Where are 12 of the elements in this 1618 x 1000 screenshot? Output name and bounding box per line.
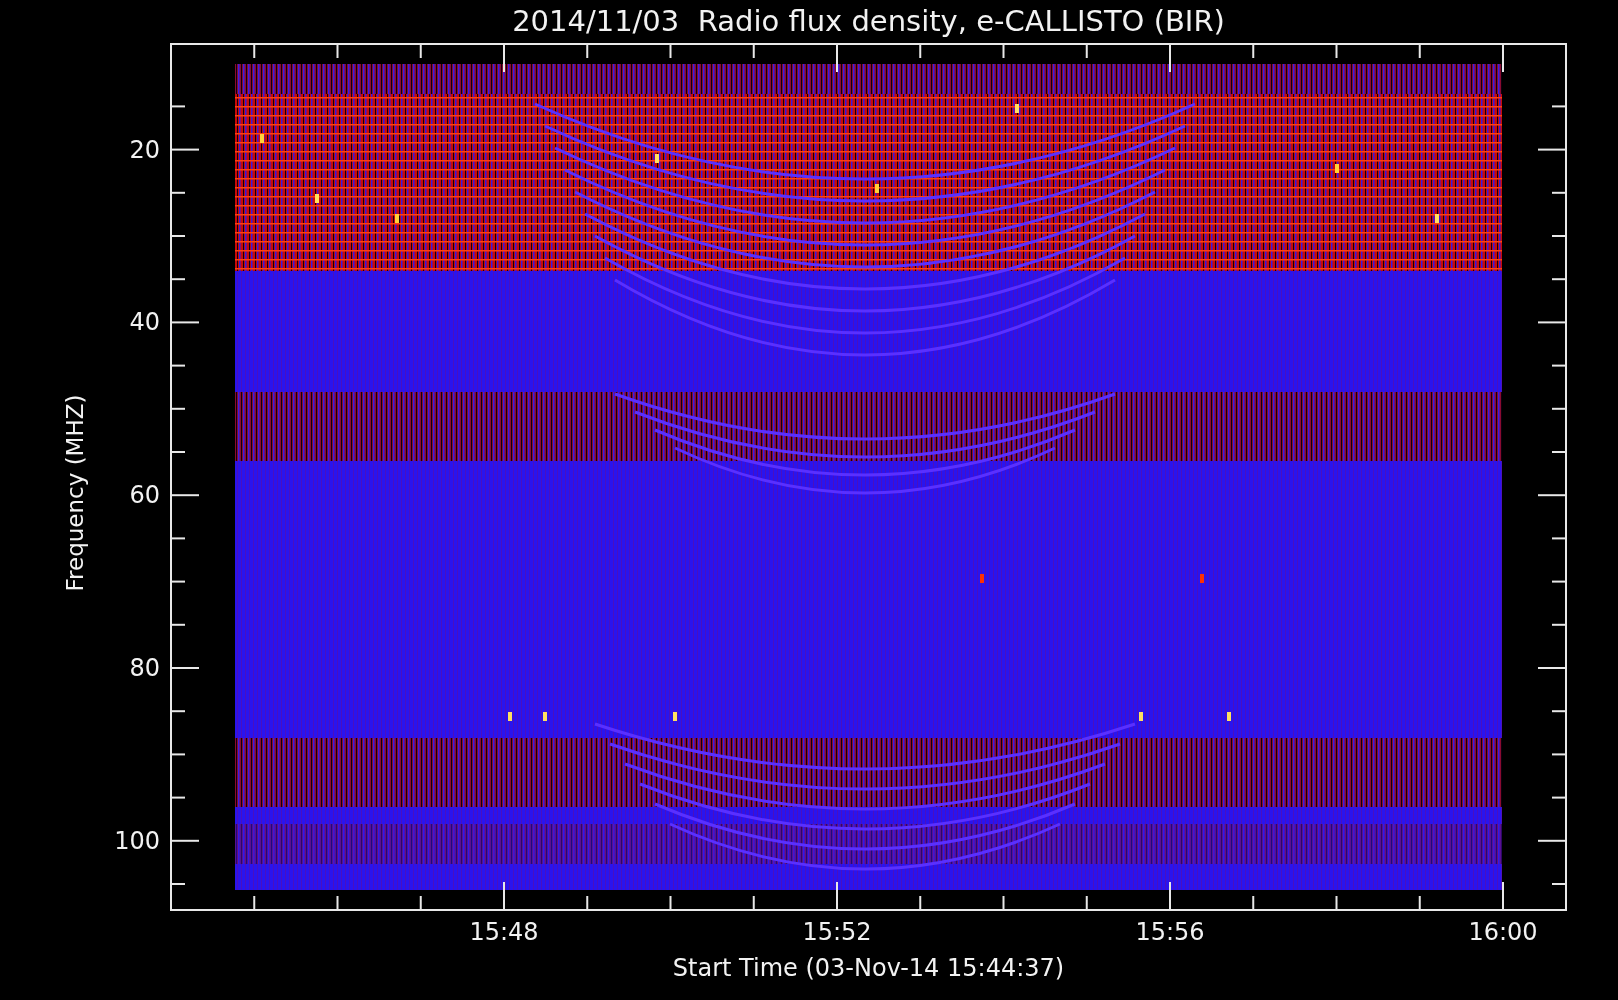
axis-label: Frequency (MHZ)	[62, 394, 88, 592]
tick-label: 15:52	[802, 917, 872, 947]
tick-label: 15:56	[1135, 917, 1205, 947]
axis-label: Start Time (03-Nov-14 15:44:37)	[672, 956, 1065, 980]
chart-title: 2014/11/03 Radio flux density, e-CALLISTO (BIR)	[512, 7, 1225, 36]
tick-label: 16:00	[1468, 917, 1538, 947]
tick-label: 15:48	[469, 917, 539, 947]
tick-label: 40	[129, 308, 160, 337]
tick-label: 60	[129, 481, 160, 510]
tick-label: 20	[129, 135, 160, 164]
tick-label: 100	[114, 826, 160, 855]
tick-label: 80	[129, 654, 160, 682]
